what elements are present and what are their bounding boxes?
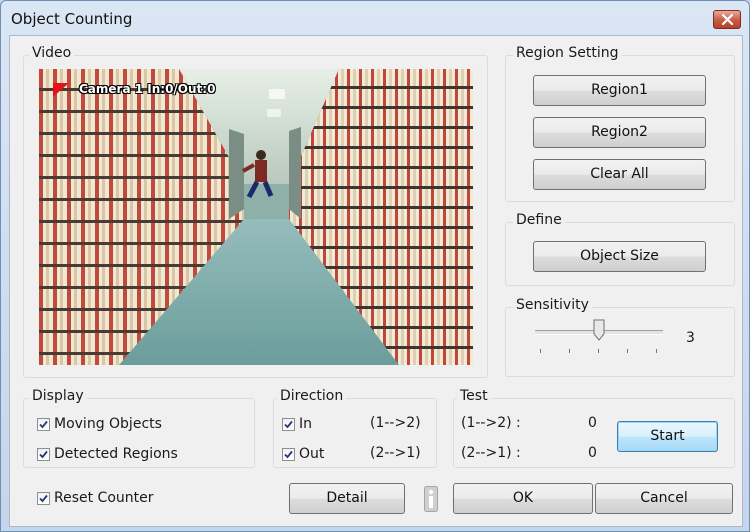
checkbox-box[interactable] [282, 448, 295, 461]
region2-button[interactable]: Region2 [533, 117, 706, 148]
sensitivity-value: 3 [686, 330, 695, 346]
reset-counter-label: Reset Counter [54, 490, 154, 506]
direction-in-label: In [299, 416, 313, 432]
test-legend: Test [457, 388, 491, 404]
object-size-button[interactable]: Object Size [533, 241, 706, 272]
slider-tick [656, 349, 657, 353]
slider-tick [540, 349, 541, 353]
ok-button[interactable]: OK [453, 483, 593, 514]
camera-video-feed[interactable]: Camera 1 In:0/Out:0 [39, 69, 473, 365]
checkbox-box[interactable] [37, 448, 50, 461]
moving-objects-label: Moving Objects [54, 416, 162, 432]
define-legend: Define [513, 212, 565, 228]
checkmark-icon [39, 494, 48, 503]
direction-in-mapping: (1-->2) [370, 415, 421, 431]
slider-tick [569, 349, 570, 353]
slider-tick [627, 349, 628, 353]
checkmark-icon [284, 420, 293, 429]
sensitivity-slider-thumb[interactable] [593, 319, 605, 341]
detected-regions-label: Detected Regions [54, 446, 178, 462]
checkmark-icon [39, 420, 48, 429]
direction-out-mapping: (2-->1) [370, 445, 421, 461]
camera-counter-overlay: Camera 1 In:0/Out:0 [79, 82, 216, 96]
window-title: Object Counting [11, 10, 133, 28]
library-aisle-image [39, 69, 473, 365]
video-legend: Video [29, 45, 75, 61]
checkmark-icon [284, 450, 293, 459]
direction-legend: Direction [277, 388, 347, 404]
checkbox-box[interactable] [37, 418, 50, 431]
close-button[interactable] [713, 10, 741, 29]
checkbox-box[interactable] [282, 418, 295, 431]
test-forward-label: (1-->2) : [461, 415, 521, 431]
object-counting-window: Object Counting Video Camera 1 In:0/Out:… [0, 0, 750, 532]
region-setting-legend: Region Setting [513, 45, 622, 61]
info-icon[interactable] [424, 486, 438, 512]
start-button[interactable]: Start [617, 421, 718, 452]
test-backward-label: (2-->1) : [461, 445, 521, 461]
camera-marker-icon [53, 83, 69, 97]
detail-button[interactable]: Detail [289, 483, 405, 514]
sensitivity-group [505, 307, 735, 377]
checkbox-box[interactable] [37, 492, 50, 505]
dialog-client-area: Video Camera 1 In:0/Out:0 Region Setting… [9, 35, 743, 527]
test-backward-count: 0 [588, 445, 597, 461]
direction-out-label: Out [299, 446, 325, 462]
test-forward-count: 0 [588, 415, 597, 431]
sensitivity-legend: Sensitivity [513, 297, 592, 313]
region1-button[interactable]: Region1 [533, 75, 706, 106]
checkmark-icon [39, 450, 48, 459]
title-bar[interactable]: Object Counting [1, 1, 749, 37]
slider-tick [598, 349, 599, 353]
cancel-button[interactable]: Cancel [595, 483, 733, 514]
display-legend: Display [29, 388, 87, 404]
clear-all-button[interactable]: Clear All [533, 159, 706, 190]
close-icon [722, 14, 733, 25]
